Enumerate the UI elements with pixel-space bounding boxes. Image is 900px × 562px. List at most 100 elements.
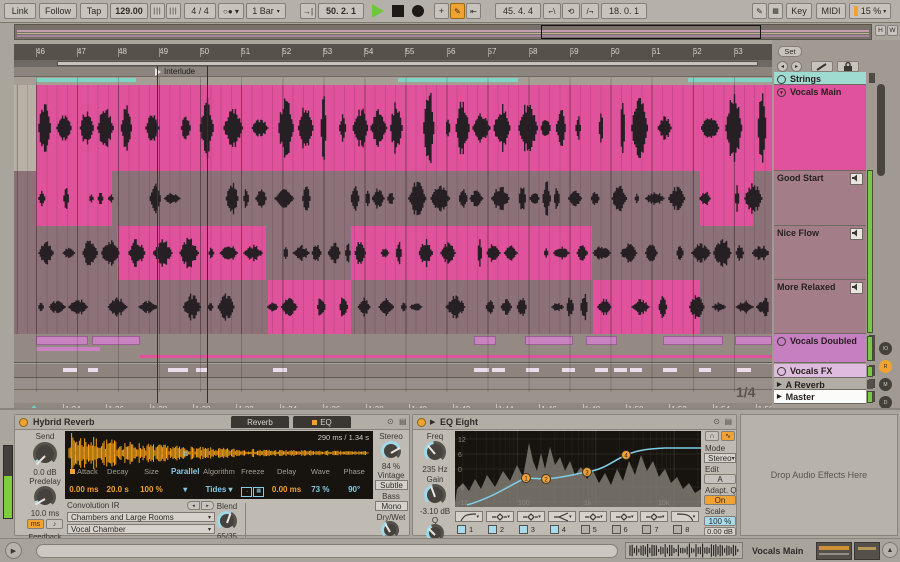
mixer-section-toggle[interactable]: M xyxy=(879,378,892,391)
band-8-enable-checkbox[interactable] xyxy=(673,525,683,534)
scale-field[interactable]: 100 % xyxy=(704,516,736,526)
freeze-in-button[interactable]: → xyxy=(241,487,253,497)
lock-envelopes-button[interactable] xyxy=(837,61,859,72)
vintage-select[interactable]: Subtle xyxy=(375,480,408,490)
vocals-doubled-clip[interactable] xyxy=(36,336,88,345)
note-mode-button[interactable]: ♪ xyxy=(46,519,63,529)
bass-select[interactable]: Mono xyxy=(375,501,408,511)
take-more-relaxed-lane[interactable] xyxy=(14,280,772,335)
hot-swap-icon[interactable]: ⊙ xyxy=(387,417,394,426)
band-4-enable-checkbox[interactable] xyxy=(549,525,559,534)
tempo-field[interactable]: 129.00 xyxy=(110,3,148,19)
device-on-button[interactable] xyxy=(417,418,426,427)
loop-length-field[interactable]: 18. 0. 1 xyxy=(601,3,647,19)
ir-category-select[interactable]: Chambers and Large Rooms ▾ xyxy=(67,512,215,522)
param-phase[interactable]: Phase 90° xyxy=(337,461,371,497)
key-map-button[interactable]: Key xyxy=(786,3,812,19)
track-header-master[interactable]: ▶ Master xyxy=(774,390,875,404)
tap-tempo-button[interactable]: Tap xyxy=(80,3,108,19)
vocals-doubled-clip[interactable] xyxy=(92,336,140,345)
vocals-fx-clip[interactable] xyxy=(492,368,505,372)
io-section-toggle[interactable]: IO xyxy=(879,342,892,355)
follow-playhead-icon[interactable]: →| xyxy=(300,3,316,19)
spectrum-toggle-icon[interactable]: ∿ xyxy=(721,431,735,441)
band-6-filter-type[interactable]: ▾ xyxy=(609,511,638,522)
ms-mode-button[interactable]: ms xyxy=(27,519,44,529)
vocals-fx-clip[interactable] xyxy=(595,368,608,372)
vocals-fx-clip[interactable] xyxy=(63,368,77,372)
take-good-start-lane[interactable] xyxy=(14,171,772,227)
drywet-knob[interactable] xyxy=(381,521,399,539)
take-lane-audition-button[interactable] xyxy=(850,228,863,240)
vocals-fx-clip[interactable] xyxy=(614,368,627,372)
param-freeze[interactable]: Freeze → ▦ xyxy=(236,461,270,497)
band-8-filter-type[interactable]: ▾ xyxy=(671,511,700,522)
track-header-nice-flow[interactable]: Nice Flow xyxy=(774,226,866,280)
arrangement-position-field[interactable]: 50. 2. 1 xyxy=(318,3,364,19)
vocals-doubled-clip[interactable] xyxy=(663,336,723,345)
device-thumbnail-2[interactable] xyxy=(854,542,880,560)
take-nice-flow-lane[interactable] xyxy=(14,226,772,281)
take-lane-audition-button[interactable] xyxy=(850,173,863,185)
unfold-track-icon[interactable] xyxy=(777,75,786,84)
tab-reverb[interactable]: Reverb xyxy=(231,416,289,428)
track-header-a-reverb[interactable]: ▶ A Reverb xyxy=(774,378,875,390)
save-preset-icon[interactable]: ▤ xyxy=(724,417,732,426)
quantize-menu[interactable]: 1 Bar ▾ xyxy=(246,3,286,19)
vocals-fx-row[interactable] xyxy=(14,364,772,378)
arrangement-overview[interactable] xyxy=(14,24,872,40)
midi-map-button[interactable]: MIDI xyxy=(816,3,846,19)
param-parallel[interactable]: ⧉ Parallel ▾ xyxy=(168,443,202,497)
prev-locator-button[interactable]: ◂ xyxy=(777,61,788,72)
stop-button[interactable] xyxy=(392,5,404,17)
band-3-enable-checkbox[interactable] xyxy=(518,525,528,534)
info-search-field[interactable] xyxy=(36,544,618,558)
punch-in-icon[interactable]: ⌐\ xyxy=(543,3,561,19)
device-fold-icon[interactable]: ▶ xyxy=(430,418,435,426)
mode-select[interactable]: Stereo ▾ xyxy=(704,453,736,463)
next-locator-button[interactable]: ▸ xyxy=(791,61,802,72)
vocals-fx-clip[interactable] xyxy=(474,368,489,372)
vocals-fx-clip[interactable] xyxy=(737,368,751,372)
band-3-filter-type[interactable]: ▾ xyxy=(516,511,545,522)
eq-tab-checkbox[interactable] xyxy=(312,419,318,425)
loop-start-field[interactable]: 45. 4. 4 xyxy=(495,3,541,19)
param-size[interactable]: Size 100 % xyxy=(135,461,169,497)
attack-enable-checkbox[interactable] xyxy=(69,469,75,474)
returns-section-toggle[interactable]: R xyxy=(879,360,892,373)
loop-brace[interactable] xyxy=(57,61,758,66)
set-locator-button[interactable]: Set xyxy=(778,46,802,57)
ir-file-select[interactable]: Vocal Chamber ▾ xyxy=(67,524,215,534)
track-header-vocals-doubled[interactable]: Vocals Doubled xyxy=(774,334,875,363)
blend-knob[interactable] xyxy=(217,511,237,531)
device-on-button[interactable] xyxy=(19,418,28,427)
hot-swap-icon[interactable]: ⊙ xyxy=(713,417,720,426)
band-6-enable-checkbox[interactable] xyxy=(611,525,621,534)
adaptq-toggle[interactable]: On xyxy=(704,495,736,505)
vocals-doubled-clip[interactable] xyxy=(36,347,100,351)
band-1-enable-checkbox[interactable] xyxy=(457,525,466,534)
locator-flag-icon[interactable] xyxy=(155,68,161,76)
vocals-fx-clip[interactable] xyxy=(526,368,539,372)
take-lane-audition-button[interactable] xyxy=(850,282,863,294)
pencil-mode-button[interactable] xyxy=(811,61,833,72)
save-preset-icon[interactable]: ▤ xyxy=(399,417,407,426)
predelay-knob[interactable] xyxy=(34,486,56,508)
output-gain-field[interactable]: 0.00 dB xyxy=(704,527,736,536)
track-header-good-start[interactable]: Good Start xyxy=(774,171,866,226)
vertical-scrollbar[interactable] xyxy=(877,84,885,176)
vocals-doubled-clip[interactable] xyxy=(586,336,617,345)
show-hide-w-button[interactable]: W xyxy=(887,25,898,36)
drop-audio-effects-zone[interactable]: Drop Audio Effects Here xyxy=(740,414,898,536)
master-row[interactable] xyxy=(14,390,772,403)
hybrid-reverb-titlebar[interactable]: Hybrid Reverb Reverb EQ ⊙ ▤ xyxy=(15,415,409,430)
param-wave[interactable]: Wave 73 % xyxy=(303,461,337,497)
strings-clip[interactable] xyxy=(36,78,136,82)
computer-midi-keyboard-icon[interactable]: ▦ xyxy=(768,3,783,19)
tab-eq[interactable]: EQ xyxy=(293,416,351,428)
cpu-meter[interactable]: 15 % ▾ xyxy=(849,3,891,19)
metronome-button[interactable]: ○● ▾ xyxy=(218,3,244,19)
back-to-arrangement-button[interactable]: ⇤ xyxy=(466,3,481,19)
band-1-filter-type[interactable]: ▾ xyxy=(455,511,483,522)
nudge-down-icon[interactable]: ||| xyxy=(150,3,165,19)
